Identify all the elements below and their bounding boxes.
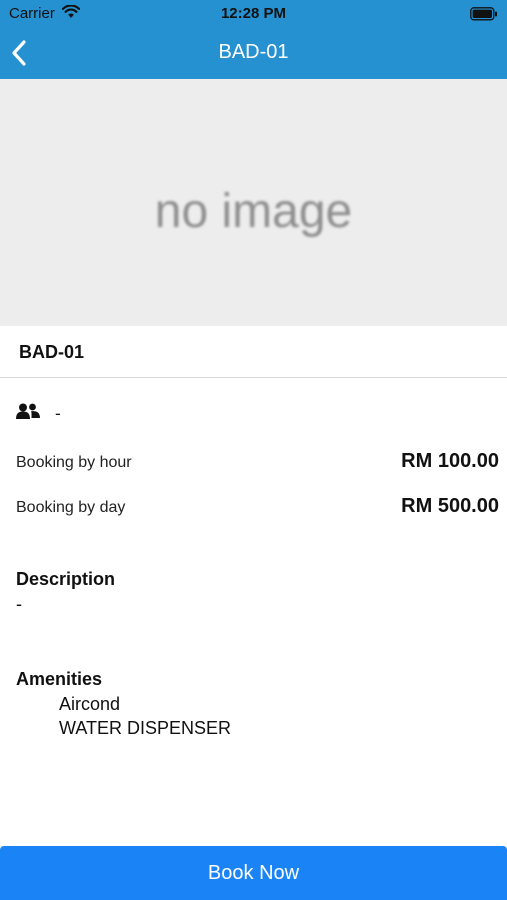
hour-price-value: RM 100.00 [401, 450, 499, 472]
item-image-placeholder: no image [0, 79, 507, 326]
price-row-hour: Booking by hour RM 100.00 [16, 450, 499, 474]
nav-bar: BAD-01 [0, 28, 507, 79]
amenity-item: WATER DISPENSER [59, 718, 232, 738]
day-price-value: RM 500.00 [401, 495, 499, 517]
description-text: - [16, 594, 22, 614]
nav-title: BAD-01 [218, 41, 289, 63]
item-title: BAD-01 [19, 342, 85, 362]
people-icon [15, 402, 41, 427]
hour-price-label: Booking by hour [16, 454, 132, 471]
battery-icon [470, 7, 498, 26]
day-price-label: Booking by day [16, 499, 126, 516]
amenity-item: Aircond [59, 694, 121, 714]
no-image-text: no image [154, 185, 353, 238]
book-now-button[interactable]: Book Now [0, 846, 507, 900]
capacity-value: - [55, 404, 61, 423]
price-row-day: Booking by day RM 500.00 [16, 495, 499, 519]
item-title-row: BAD-01 [0, 326, 507, 378]
amenities-heading: Amenities [16, 669, 103, 689]
description-heading: Description [16, 569, 116, 589]
status-bar: Carrier 12:28 PM [0, 0, 507, 28]
clock: 12:28 PM [220, 5, 287, 22]
